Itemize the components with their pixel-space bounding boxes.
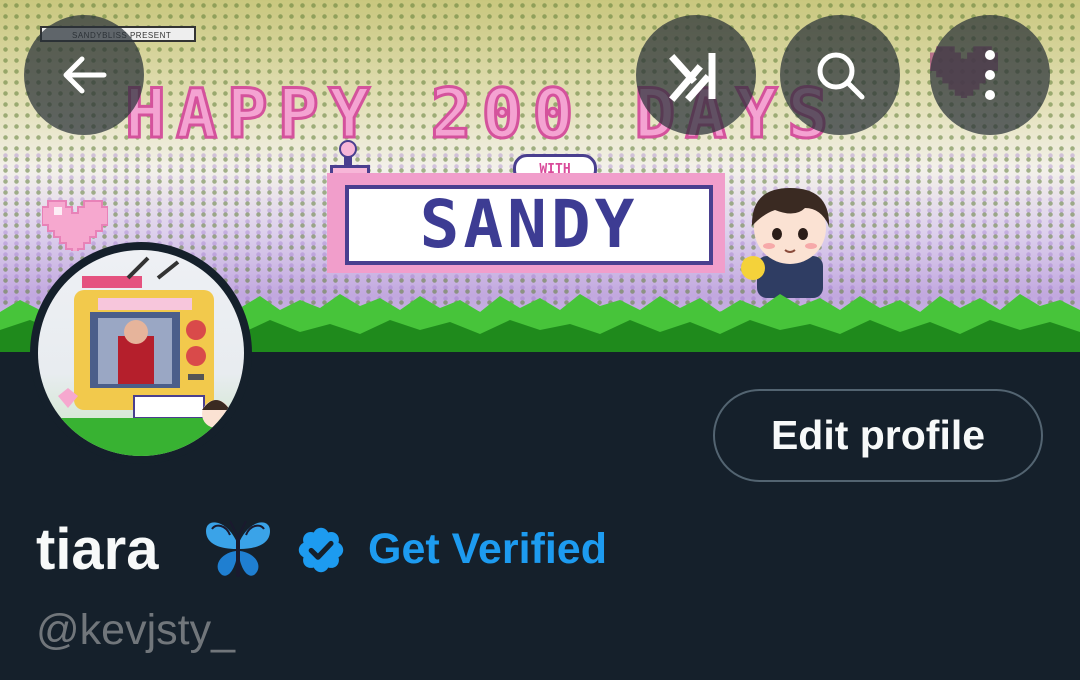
profile-avatar[interactable] <box>30 242 252 464</box>
grok-button[interactable] <box>636 15 756 135</box>
search-button[interactable] <box>780 15 900 135</box>
search-icon <box>817 52 865 100</box>
verified-badge-icon <box>298 527 344 573</box>
display-name: tiara <box>36 517 159 582</box>
more-options-button[interactable] <box>930 15 1050 135</box>
avatar-image <box>38 250 244 456</box>
avatar-illustration <box>38 256 244 456</box>
joystick-ball <box>339 140 357 158</box>
back-button[interactable] <box>24 15 144 135</box>
get-verified-link[interactable]: Get Verified <box>368 520 607 578</box>
chibi-character-icon <box>741 188 830 298</box>
banner-name: SANDY <box>345 185 713 265</box>
butterfly-icon <box>206 520 270 577</box>
pixel-heart-icon <box>42 200 108 251</box>
grok-icon <box>669 53 716 102</box>
username-handle: @kevjsty_ <box>36 606 235 654</box>
edit-profile-button[interactable]: Edit profile <box>713 389 1043 482</box>
arrow-left-icon <box>63 56 107 94</box>
more-vertical-icon <box>985 50 995 100</box>
